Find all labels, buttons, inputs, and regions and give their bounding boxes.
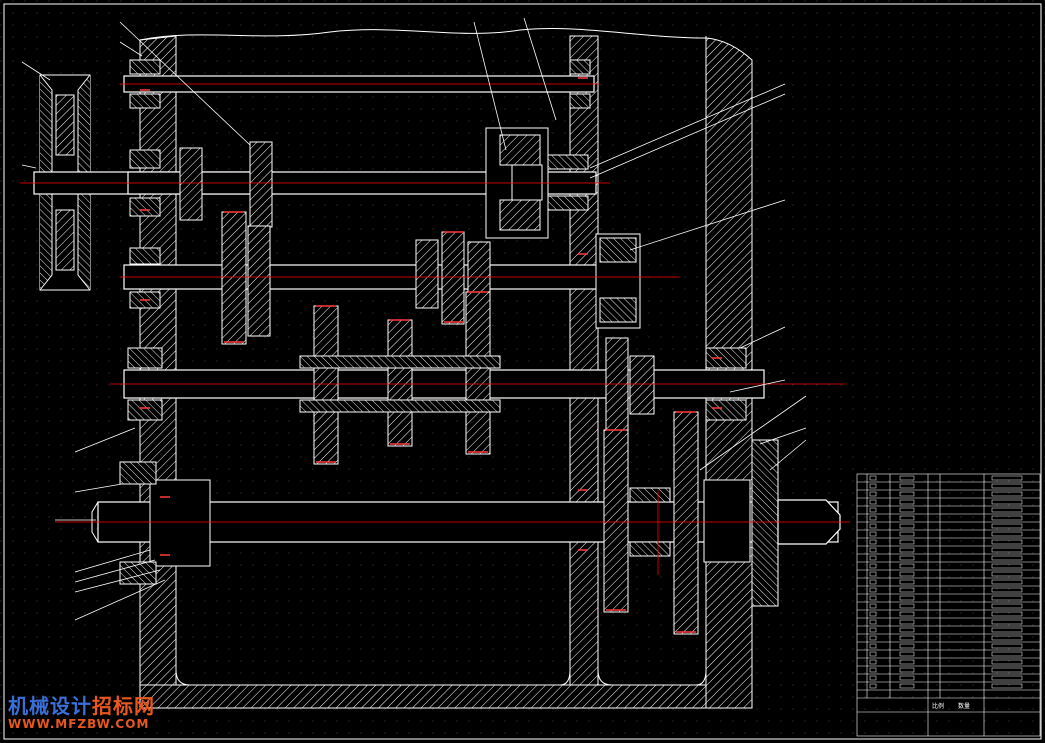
- watermark-url: WWW.MFZBW.COM: [8, 717, 150, 731]
- watermark-line1: 机械设计招标网: [8, 690, 155, 719]
- title-block-label-qty: 数量: [958, 702, 970, 710]
- cad-drawing-canvas: 比例 数量: [0, 0, 1045, 743]
- watermark-part2: 招标网: [92, 694, 155, 718]
- watermark: 机械设计招标网 WWW.MFZBW.COM: [8, 690, 155, 731]
- title-block-label-scale: 比例: [932, 702, 944, 710]
- watermark-part1: 机械设计: [8, 694, 92, 718]
